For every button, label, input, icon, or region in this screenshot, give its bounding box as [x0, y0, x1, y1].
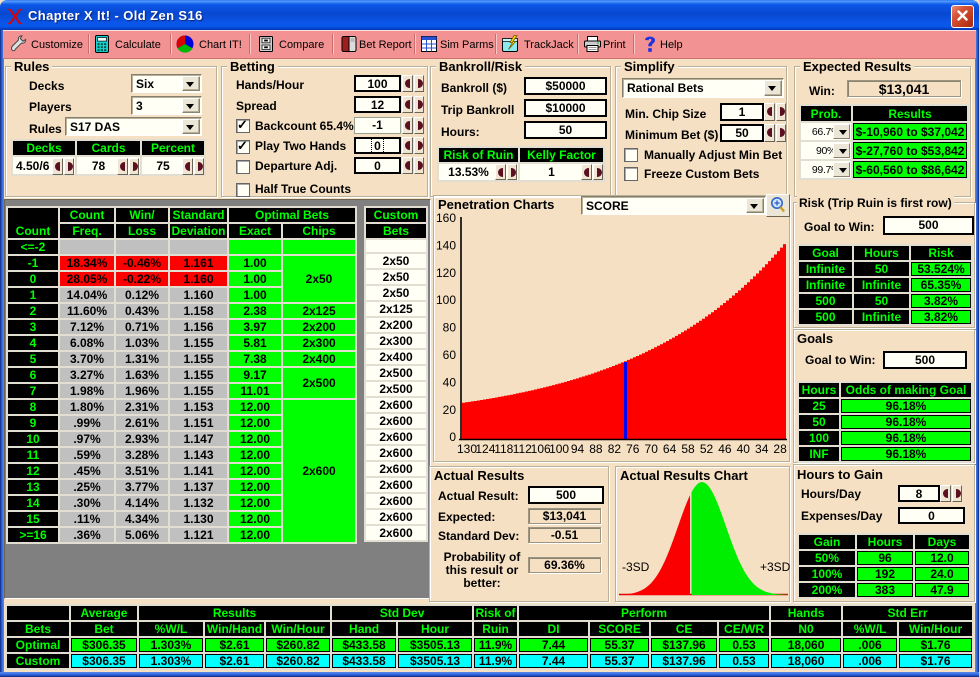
svg-text:20: 20 — [443, 403, 457, 417]
svg-text:82: 82 — [608, 442, 622, 456]
svg-text:100: 100 — [549, 442, 569, 456]
svg-text:94: 94 — [571, 442, 585, 456]
svg-text:+3SD: +3SD — [760, 560, 790, 574]
svg-text:106: 106 — [531, 442, 551, 456]
svg-text:120: 120 — [436, 266, 456, 280]
svg-text:40: 40 — [443, 375, 457, 389]
svg-text:112: 112 — [513, 442, 532, 456]
svg-text:76: 76 — [626, 442, 640, 456]
svg-text:0: 0 — [449, 430, 456, 444]
svg-text:28: 28 — [773, 442, 787, 456]
svg-text:118: 118 — [494, 442, 513, 456]
svg-text:46: 46 — [718, 442, 732, 456]
svg-text:-3SD: -3SD — [622, 560, 650, 574]
svg-text:60: 60 — [443, 348, 457, 362]
svg-text:160: 160 — [436, 211, 456, 225]
svg-text:80: 80 — [443, 321, 457, 335]
svg-text:140: 140 — [436, 238, 456, 252]
svg-text:100: 100 — [436, 293, 456, 307]
svg-text:34: 34 — [755, 442, 769, 456]
svg-text:40: 40 — [737, 442, 751, 456]
svg-text:58: 58 — [681, 442, 695, 456]
svg-text:64: 64 — [663, 442, 677, 456]
svg-text:70: 70 — [645, 442, 659, 456]
svg-text:88: 88 — [589, 442, 603, 456]
svg-text:130: 130 — [457, 442, 477, 456]
svg-text:52: 52 — [700, 442, 714, 456]
svg-text:124: 124 — [475, 442, 495, 456]
